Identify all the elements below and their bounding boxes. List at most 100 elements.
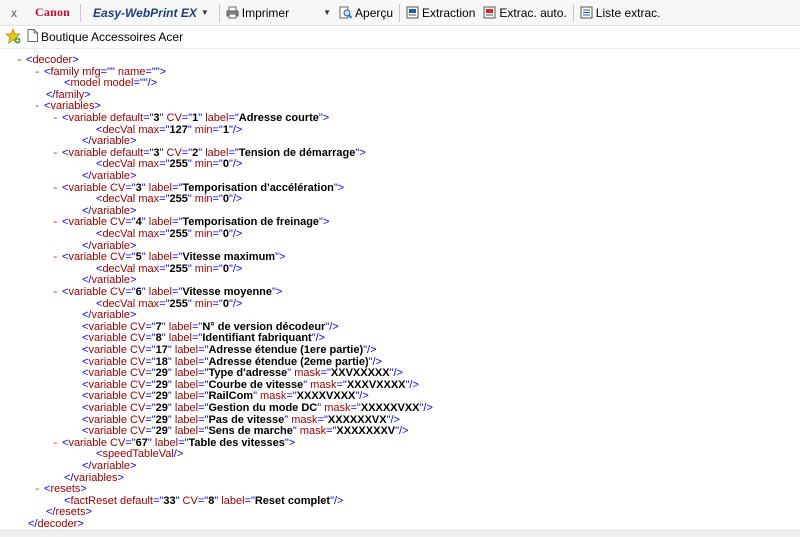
tag-name: variables bbox=[50, 100, 95, 113]
xml-line[interactable]: - <variable CV="3" label="Temporisation d… bbox=[52, 181, 344, 195]
collapse-toggle[interactable]: - bbox=[52, 217, 62, 229]
markup-token: "/> bbox=[311, 332, 326, 345]
xml-line: <speedTableVal/> bbox=[96, 448, 183, 460]
markup-token: =" bbox=[125, 216, 136, 229]
favorites-bar: Boutique Accessoires Acer bbox=[0, 26, 800, 49]
markup-token: =" bbox=[198, 413, 209, 426]
markup-token: "/> bbox=[228, 228, 243, 240]
collapse-toggle[interactable]: - bbox=[52, 438, 62, 450]
tag-name: decVal bbox=[102, 297, 136, 310]
xml-line[interactable]: - <family mfg="" name=""> bbox=[34, 65, 167, 79]
markup-token: > bbox=[85, 506, 92, 519]
xml-line: <decVal max="255" min="0"/> bbox=[96, 263, 242, 275]
tag-name: family bbox=[50, 65, 80, 78]
xml-line[interactable]: - <variable default="3" CV="2" label="Ten… bbox=[52, 146, 366, 160]
favorite-link-label: Boutique Accessoires Acer bbox=[41, 30, 184, 44]
markup-token: =" bbox=[159, 262, 170, 275]
xml-line[interactable]: - <variable CV="67" label="Table des vite… bbox=[52, 436, 295, 450]
markup-token: /> bbox=[173, 448, 184, 461]
tag-name: decoder bbox=[37, 518, 78, 530]
markup-token: =" bbox=[181, 146, 193, 159]
collapse-toggle[interactable]: - bbox=[52, 183, 62, 195]
xml-line[interactable]: - <decoder> bbox=[16, 54, 79, 67]
collapse-toggle[interactable]: - bbox=[16, 55, 26, 67]
favorite-link[interactable]: Boutique Accessoires Acer bbox=[27, 29, 183, 45]
xml-line[interactable]: - <resets> bbox=[34, 483, 87, 496]
markup-token: =" bbox=[159, 228, 170, 240]
attribute-value: Vitesse moyenne bbox=[182, 286, 273, 298]
xml-line[interactable]: - <variables> bbox=[34, 100, 101, 113]
markup-token: =" bbox=[228, 146, 239, 159]
xml-line: </family> bbox=[46, 89, 91, 101]
chevron-down-icon: ▼ bbox=[200, 8, 209, 17]
attribute-value: Reset complet bbox=[254, 494, 331, 507]
collapse-toggle[interactable]: - bbox=[52, 252, 62, 264]
markup-token: =" bbox=[198, 355, 209, 368]
tag-name: variable bbox=[68, 146, 107, 159]
xml-line[interactable]: - <variable CV="4" label="Temporisation d… bbox=[52, 216, 329, 229]
auto-extraction-icon bbox=[483, 6, 496, 19]
collapse-toggle[interactable]: - bbox=[52, 148, 62, 160]
markup-token: =" bbox=[143, 112, 154, 124]
xml-line: </variable> bbox=[82, 460, 136, 472]
attribute-value: XXXXXXVX bbox=[327, 413, 387, 426]
close-toolbar-button[interactable]: x bbox=[3, 0, 25, 25]
toolbar-divider bbox=[218, 3, 220, 22]
toolbar-divider bbox=[399, 3, 401, 22]
collapse-toggle[interactable]: - bbox=[52, 113, 62, 125]
markup-token: > bbox=[117, 471, 124, 484]
attribute-name: label bbox=[145, 216, 172, 229]
markup-token: =" bbox=[145, 402, 156, 414]
markup-token: =" bbox=[171, 286, 183, 298]
collapse-toggle[interactable]: - bbox=[34, 67, 44, 79]
attribute-name: CV bbox=[126, 413, 146, 426]
easy-webprint-menu[interactable]: Easy-WebPrint EX ▼ bbox=[83, 0, 217, 25]
markup-token: =" bbox=[159, 158, 170, 171]
collapse-toggle[interactable]: - bbox=[34, 484, 44, 496]
markup-token: "/> bbox=[355, 390, 369, 403]
markup-token: =" bbox=[212, 158, 223, 171]
attribute-value: Pas de vitesse bbox=[208, 413, 285, 426]
tag-name: decVal bbox=[102, 262, 136, 275]
markup-token: =" bbox=[198, 367, 209, 380]
xml-line[interactable]: - <variable default="3" CV="1" label="Adr… bbox=[52, 112, 329, 125]
attribute-name: label bbox=[145, 181, 172, 194]
attribute-value: XXVXXXXX bbox=[330, 367, 390, 380]
tag-name: decVal bbox=[102, 158, 136, 171]
favorites-star-icon[interactable] bbox=[4, 27, 22, 47]
attribute-name: min bbox=[191, 262, 213, 275]
collapse-toggle[interactable]: - bbox=[52, 287, 62, 299]
attribute-name: max bbox=[135, 297, 160, 310]
auto-extraction-button[interactable]: Extrac. auto. bbox=[479, 0, 570, 25]
markup-token: "/> bbox=[395, 425, 409, 438]
xml-line: <variable CV="29" label="Type d'adresse"… bbox=[82, 367, 403, 379]
markup-token: > bbox=[130, 309, 137, 322]
tag-name: model bbox=[70, 77, 101, 90]
tag-name: decVal bbox=[102, 228, 136, 240]
attribute-name: max bbox=[135, 262, 160, 275]
tag-name: variable bbox=[88, 402, 127, 414]
print-options-dropdown[interactable]: ▼ bbox=[317, 0, 335, 25]
markup-token: "> bbox=[155, 65, 167, 78]
extraction-list-label: Liste extrac. bbox=[595, 5, 661, 20]
attribute-name: mfg bbox=[79, 65, 101, 78]
print-button[interactable]: Imprimer bbox=[222, 0, 293, 25]
xml-line[interactable]: - <variable CV="6" label="Vitesse moyenne… bbox=[52, 286, 282, 299]
collapse-toggle[interactable]: - bbox=[34, 101, 44, 113]
preview-button[interactable]: Aperçu bbox=[335, 0, 397, 25]
attribute-name: label bbox=[145, 251, 172, 264]
xml-line[interactable]: - <variable CV="5" label="Vitesse maximum… bbox=[52, 251, 285, 264]
xml-line: <decVal max="255" min="0"/> bbox=[96, 158, 242, 170]
markup-token: =" bbox=[159, 193, 170, 206]
page-icon bbox=[27, 29, 38, 45]
markup-token: =" bbox=[212, 228, 223, 240]
tag-name: factReset bbox=[70, 494, 117, 507]
markup-token: =" bbox=[171, 251, 183, 264]
auto-extraction-label: Extrac. auto. bbox=[499, 5, 567, 20]
extraction-button[interactable]: Extraction bbox=[402, 0, 479, 25]
attribute-name: default bbox=[106, 112, 144, 124]
extraction-list-button[interactable]: Liste extrac. bbox=[576, 0, 665, 25]
attribute-name: CV bbox=[106, 216, 126, 229]
markup-token: > bbox=[130, 274, 137, 287]
markup-token: =" bbox=[178, 436, 189, 449]
